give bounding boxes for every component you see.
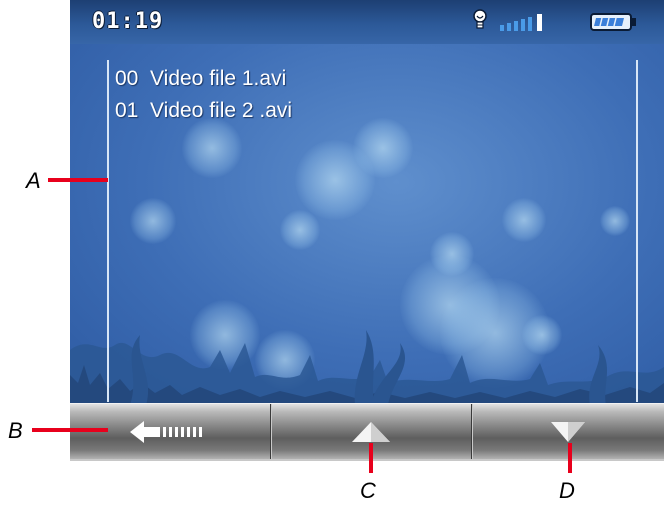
- callout-label-d: D: [559, 478, 575, 503]
- callout-label-b: B: [8, 418, 23, 443]
- up-arrow-icon: [352, 421, 390, 442]
- video-list-screen: 01:19 00 Video file 1.avi 01 Video file …: [70, 0, 664, 405]
- down-arrow-icon: [551, 421, 585, 442]
- status-bar: 01:19: [70, 0, 664, 44]
- callout-line-d: [568, 443, 572, 473]
- callout-label-c: C: [360, 478, 376, 503]
- callout-label-a: A: [26, 168, 41, 193]
- callout-line-b: [32, 428, 108, 432]
- callout-line-a: [48, 178, 108, 182]
- callout-line-c: [369, 443, 373, 473]
- clock: 01:19: [92, 9, 164, 34]
- battery-icon: [590, 13, 636, 31]
- bulb-icon: [473, 9, 487, 29]
- signal-strength-icon: [500, 14, 542, 31]
- toolbar: [70, 403, 664, 461]
- back-arrow-icon: [130, 420, 202, 443]
- file-list-item[interactable]: 01 Video file 2 .avi: [115, 96, 292, 128]
- file-list-item[interactable]: 00 Video file 1.avi: [115, 64, 292, 96]
- file-list: 00 Video file 1.avi 01 Video file 2 .avi: [115, 64, 292, 128]
